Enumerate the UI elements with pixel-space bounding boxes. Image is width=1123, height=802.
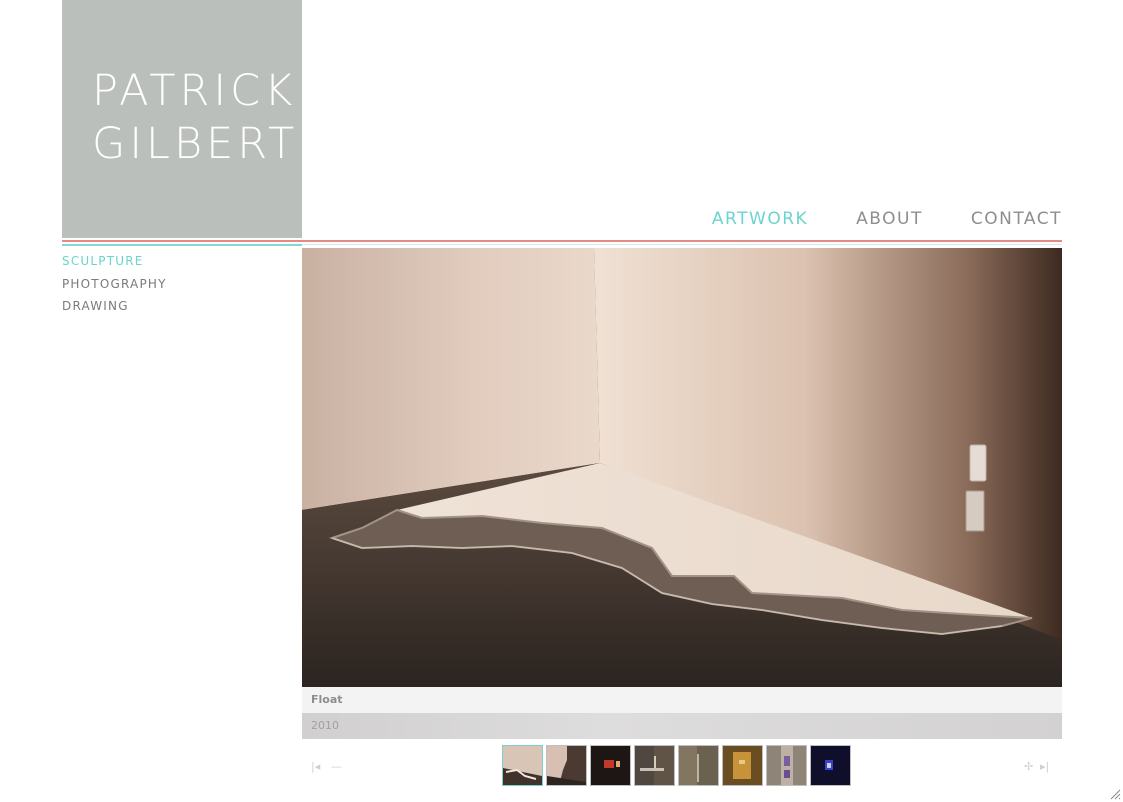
thumbnail-4[interactable] [634,745,675,786]
category-drawing[interactable]: DRAWING [62,298,167,321]
logo-line-first-name: PATRICK [92,66,297,116]
nav-artwork[interactable]: ARTWORK [712,209,808,229]
thumbnail-float[interactable] [502,745,543,786]
artwork-title: Float [302,687,1062,713]
next-arrow-icon[interactable]: ✢ [1024,760,1033,774]
category-sculpture[interactable]: SCULPTURE [62,253,167,276]
site-logo[interactable]: PATRICK GILBERT [62,0,302,238]
resize-grip-icon[interactable] [1109,788,1121,800]
thumbnail-8[interactable] [810,745,851,786]
logo-line-last-name: GILBERT [92,119,299,169]
thumbnail-6[interactable] [722,745,763,786]
sidebar-divider-teal [62,244,302,246]
main-nav: ARTWORK ABOUT CONTACT [712,209,1062,229]
last-arrow-icon[interactable]: ▸| [1040,760,1049,774]
thumbnail-2[interactable] [546,745,587,786]
category-nav: SCULPTURE PHOTOGRAPHY DRAWING [62,253,167,321]
nav-contact[interactable]: CONTACT [971,209,1062,229]
nav-about[interactable]: ABOUT [856,209,923,229]
thumbnail-3[interactable] [590,745,631,786]
thumbnail-strip [502,745,851,786]
content-divider-teal [302,244,1062,245]
artwork-image [302,248,1062,687]
prev-dash-icon[interactable]: — [331,760,342,774]
category-photography[interactable]: PHOTOGRAPHY [62,276,167,299]
thumbnail-5[interactable] [678,745,719,786]
artwork-year: 2010 [302,713,1062,739]
thumbnail-7[interactable] [766,745,807,786]
first-arrow-icon[interactable]: |◂ [311,760,320,774]
header-divider-red [62,240,1062,242]
